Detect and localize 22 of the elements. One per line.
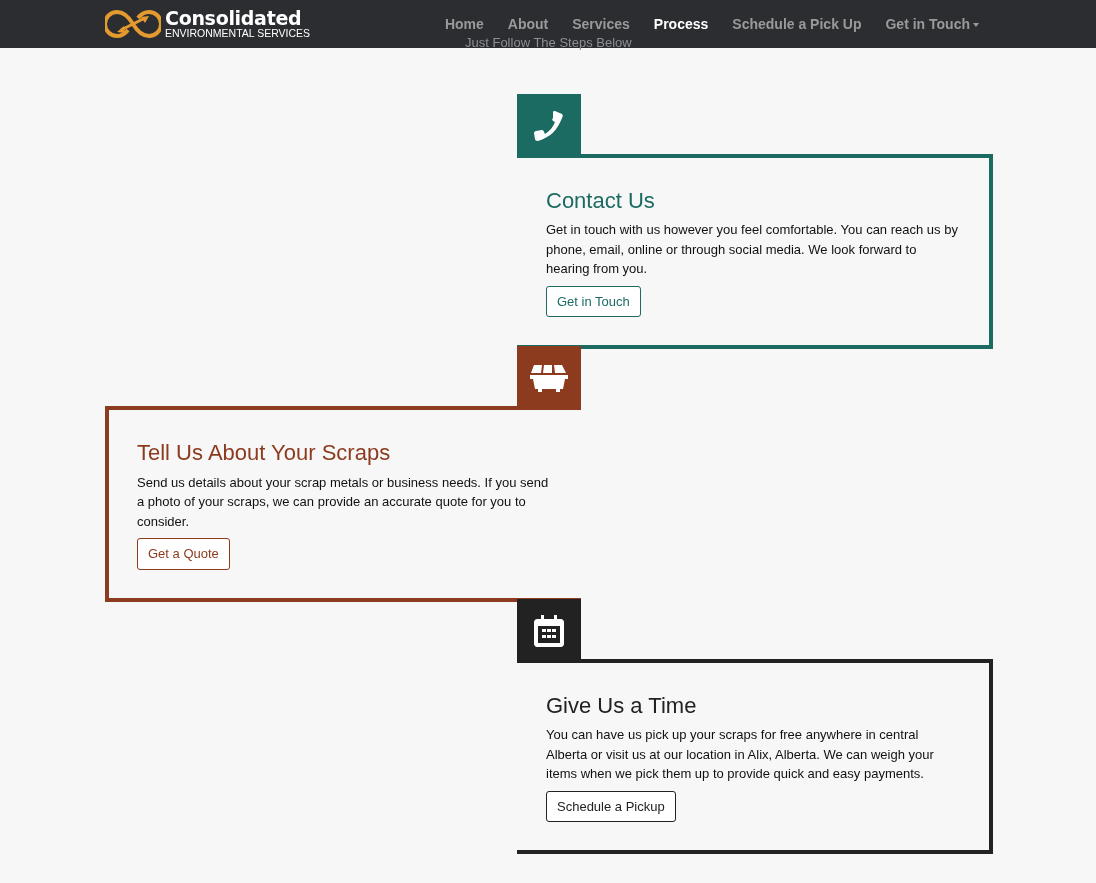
brand-tagline: ENVIRONMENTAL SERVICES — [165, 27, 311, 40]
step-description: Get in touch with us however you feel comfortable. You can reach us by phone, email, online or through social media. We look forward to hearing from you. — [546, 221, 959, 279]
nav-link[interactable]: Get in Touch — [873, 13, 991, 35]
step-title: Give Us a Time — [546, 692, 698, 720]
logo-icon — [105, 8, 161, 40]
nav-link[interactable]: About — [495, 13, 561, 35]
nav-link[interactable]: Process — [641, 13, 721, 35]
nav-link[interactable]: Home — [432, 13, 496, 35]
calendar-icon — [534, 614, 564, 647]
step-description: Send us details about your scrap metals or business needs. If you send a photo of your scraps, we can provide an accurate quote for you to consider. — [137, 473, 550, 531]
step-button[interactable]: Get a Quote — [137, 538, 230, 570]
dumpster-icon — [530, 363, 568, 394]
step-title: Tell Us About Your Scraps — [137, 440, 392, 467]
step-description: You can have us pick up your scraps for free anywhere in central Alberta or visit us at our location in Alix, Alberta. We can weigh your items when we pick them up to provide quick and easy payments. — [546, 726, 935, 784]
phone-icon — [532, 109, 566, 143]
section-heading: Just Follow The Steps Below — [465, 34, 632, 52]
nav-link[interactable]: Services — [560, 13, 642, 35]
nav-link[interactable]: Schedule a Pick Up — [720, 13, 874, 35]
step-title: Contact Us — [546, 188, 656, 215]
step-button[interactable]: Get in Touch — [546, 285, 641, 318]
step-button[interactable]: Schedule a Pickup — [546, 790, 676, 823]
brand-name: Consolidated — [165, 8, 303, 28]
